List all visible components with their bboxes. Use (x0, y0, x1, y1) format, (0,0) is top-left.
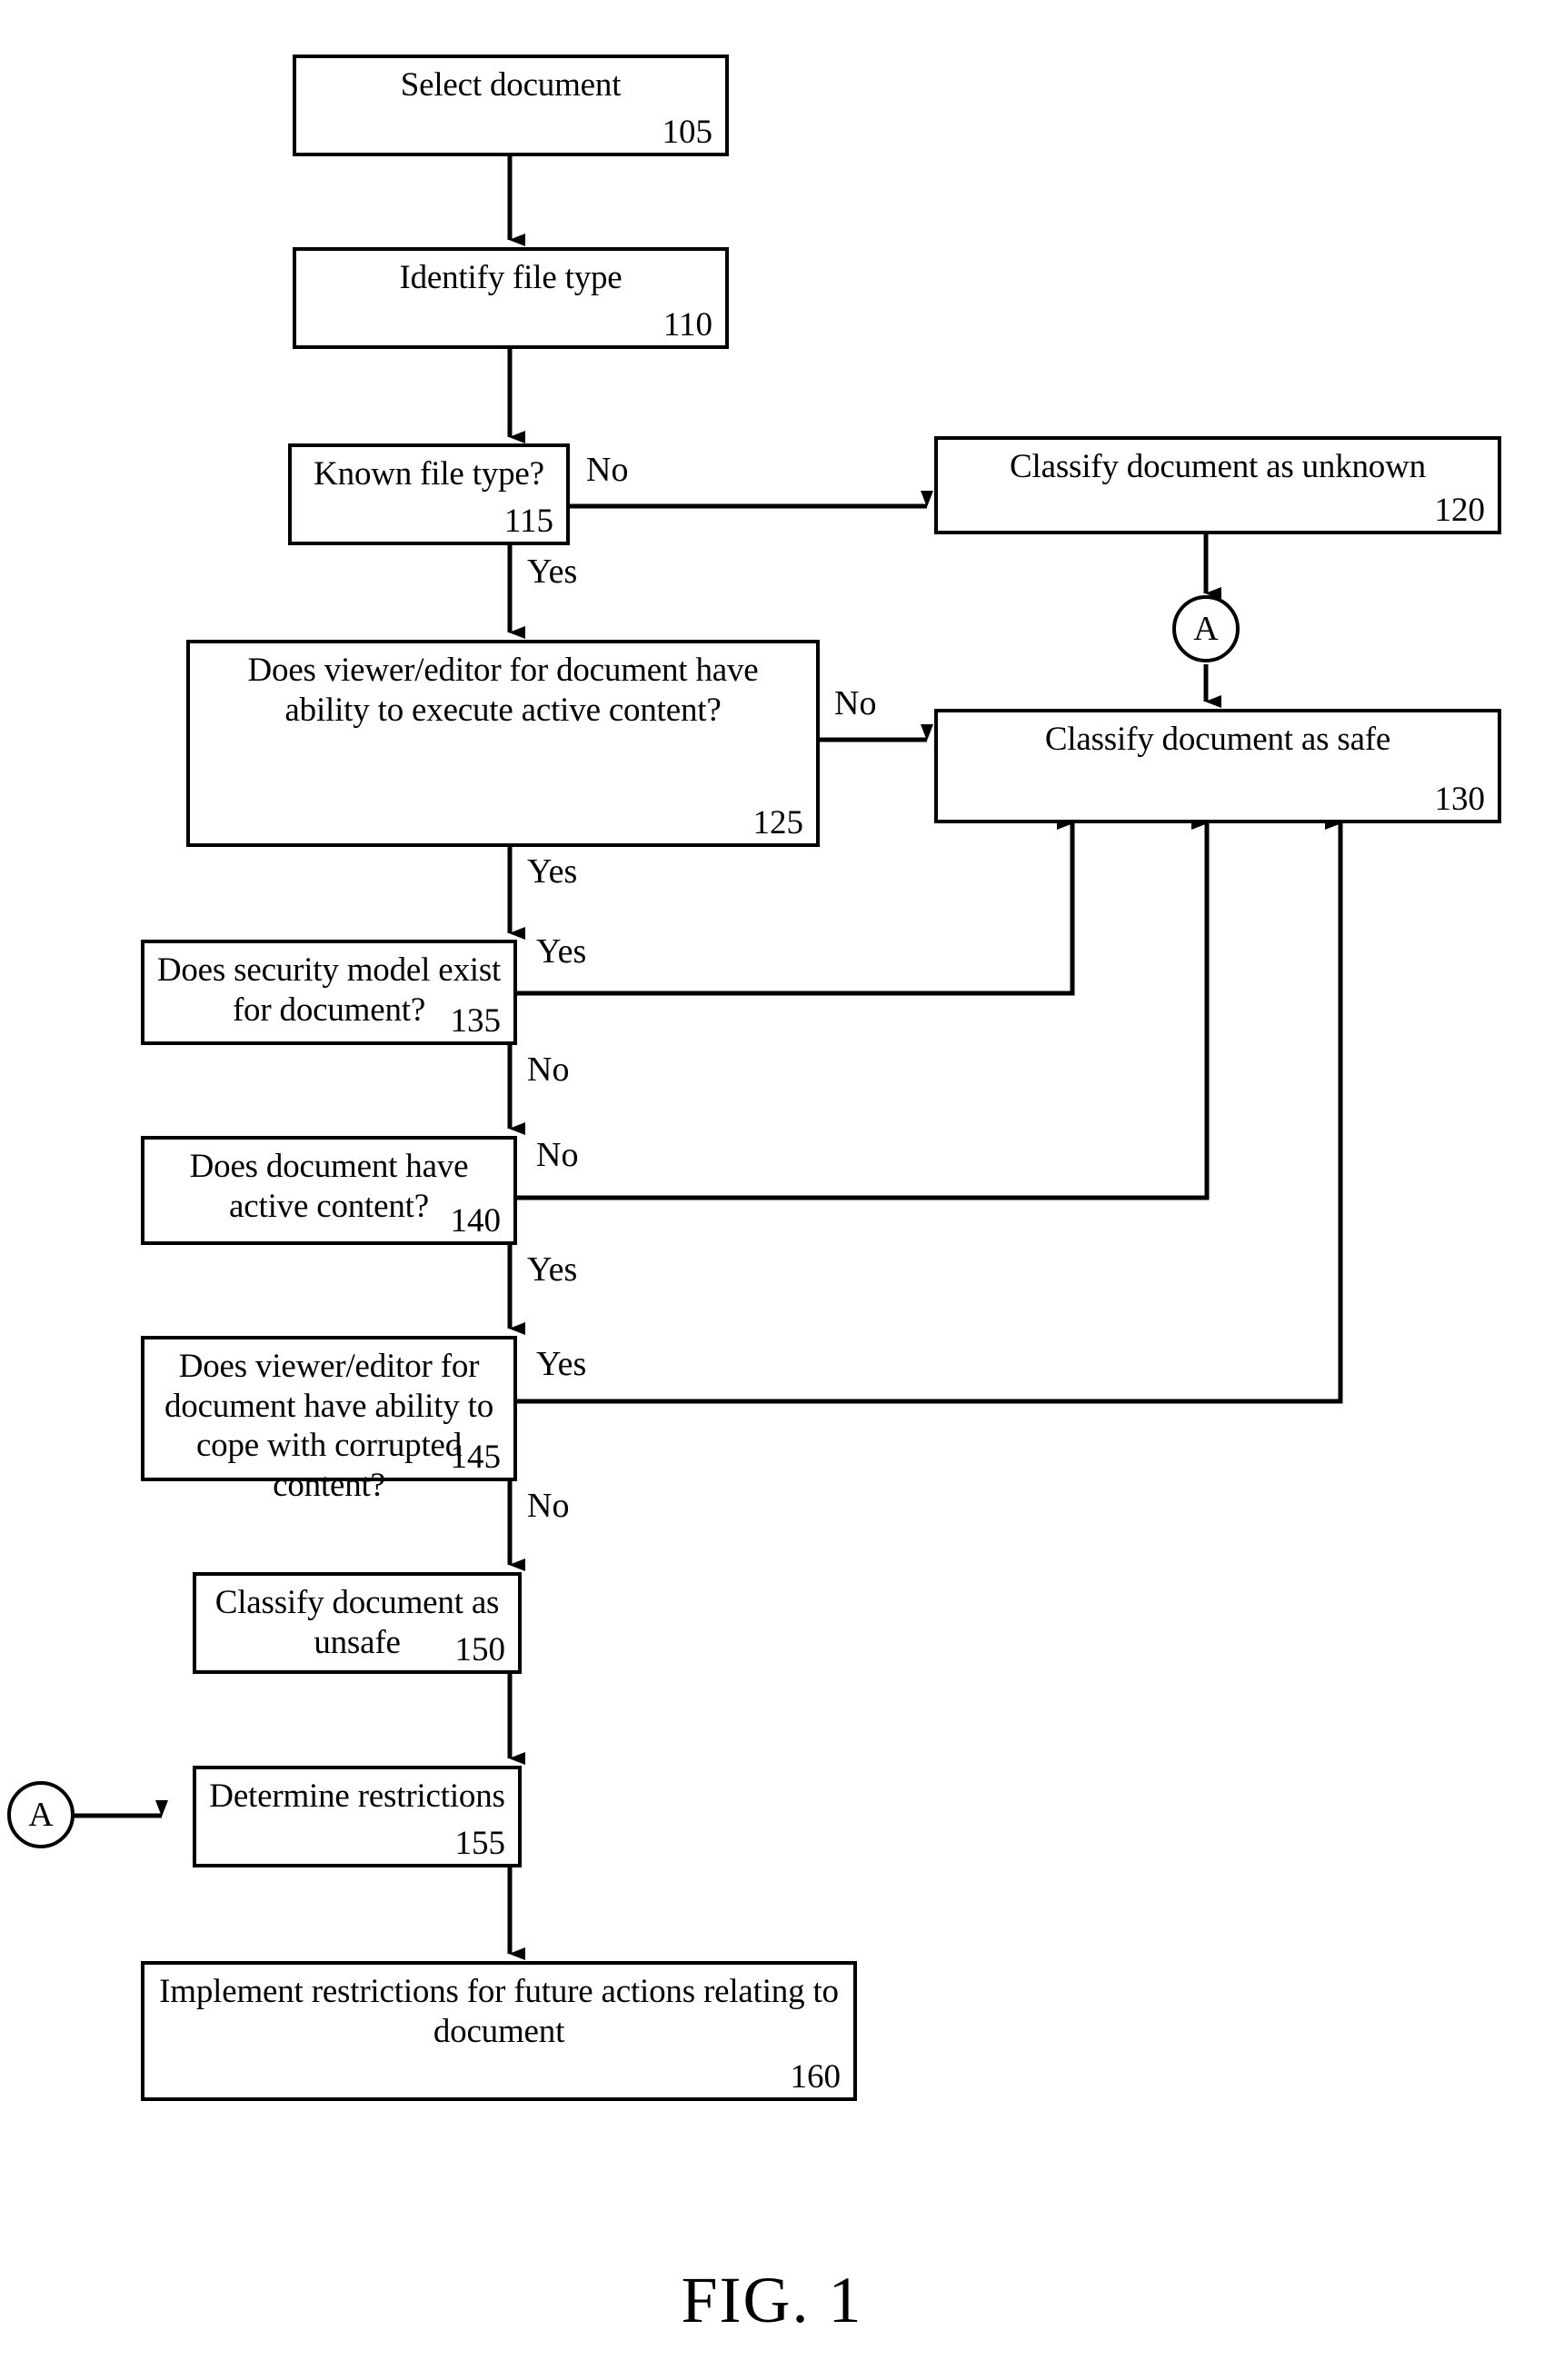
edge-label-yes-125: Yes (527, 852, 578, 891)
edge-label-no-145: No (527, 1487, 570, 1525)
node-label: Does viewer/editor for document have abi… (164, 1348, 494, 1504)
node-identify-file-type[interactable]: Identify file type 110 (293, 247, 729, 349)
edge-label-yes-140: Yes (527, 1250, 578, 1289)
edge-135-130 (517, 817, 1075, 996)
node-reference-number: 145 (450, 1439, 502, 1476)
edge-label-no-135: No (527, 1051, 570, 1089)
edge-label-no-125: No (834, 684, 877, 722)
connector-a-top[interactable]: A (1172, 595, 1240, 662)
node-known-file-type[interactable]: Known file type? 115 (288, 443, 570, 545)
node-reference-number: 140 (450, 1202, 502, 1240)
figure-caption: FIG. 1 (681, 2264, 863, 2336)
node-determine-restrictions[interactable]: Determine restrictions 155 (193, 1766, 522, 1867)
edge-145-130 (517, 817, 1343, 1404)
node-reference-number: 125 (752, 804, 804, 841)
node-viewer-executes-active-content[interactable]: Does viewer/editor for document have abi… (186, 640, 820, 847)
node-implement-restrictions[interactable]: Implement restrictions for future action… (141, 1961, 857, 2101)
edge-label-yes-135: Yes (536, 932, 587, 971)
node-reference-number: 135 (450, 1002, 502, 1040)
node-viewer-copes-with-corrupted-content[interactable]: Does viewer/editor for document have abi… (141, 1336, 517, 1504)
node-reference-number: 160 (790, 2058, 842, 2096)
node-classify-document-as-unknown[interactable]: Classify document as unknown 120 (934, 436, 1501, 534)
node-label: Select document (400, 66, 622, 104)
node-classify-document-as-unsafe[interactable]: Classify document as unsafe 150 (193, 1572, 522, 1674)
node-reference-number: 105 (662, 114, 713, 151)
node-label: Known file type? (314, 455, 544, 493)
node-reference-number: 115 (503, 503, 553, 540)
node-select-document[interactable]: Select document 105 (293, 55, 729, 156)
node-label: Classify document as unknown (1010, 448, 1426, 485)
node-reference-number: 150 (454, 1631, 506, 1668)
node-label: Does viewer/editor for document have abi… (247, 652, 759, 729)
node-security-model-exists[interactable]: Does security model exist for document? … (141, 940, 517, 1045)
node-label: Determine restrictions (209, 1778, 505, 1815)
edge-label-yes-115: Yes (527, 553, 578, 591)
node-label: Identify file type (399, 259, 623, 296)
node-reference-number: 155 (454, 1825, 506, 1862)
connector-a-bottom[interactable]: A (7, 1781, 75, 1848)
node-label: Classify document as safe (1044, 721, 1391, 758)
node-document-has-active-content[interactable]: Does document have active content? 140 (141, 1136, 517, 1245)
node-label: Implement restrictions for future action… (159, 1973, 839, 2050)
node-classify-document-as-safe[interactable]: Classify document as safe 130 (934, 709, 1501, 823)
figure-page: Select document 105 Identify file type 1… (0, 0, 1544, 2380)
edge-label-no-140: No (536, 1136, 579, 1174)
node-reference-number: 130 (1434, 781, 1486, 818)
node-reference-number: 120 (1434, 492, 1486, 529)
edge-140-130 (517, 817, 1210, 1200)
edge-label-yes-145: Yes (536, 1345, 587, 1383)
edge-label-no-115: No (586, 451, 629, 489)
node-reference-number: 110 (662, 306, 712, 344)
